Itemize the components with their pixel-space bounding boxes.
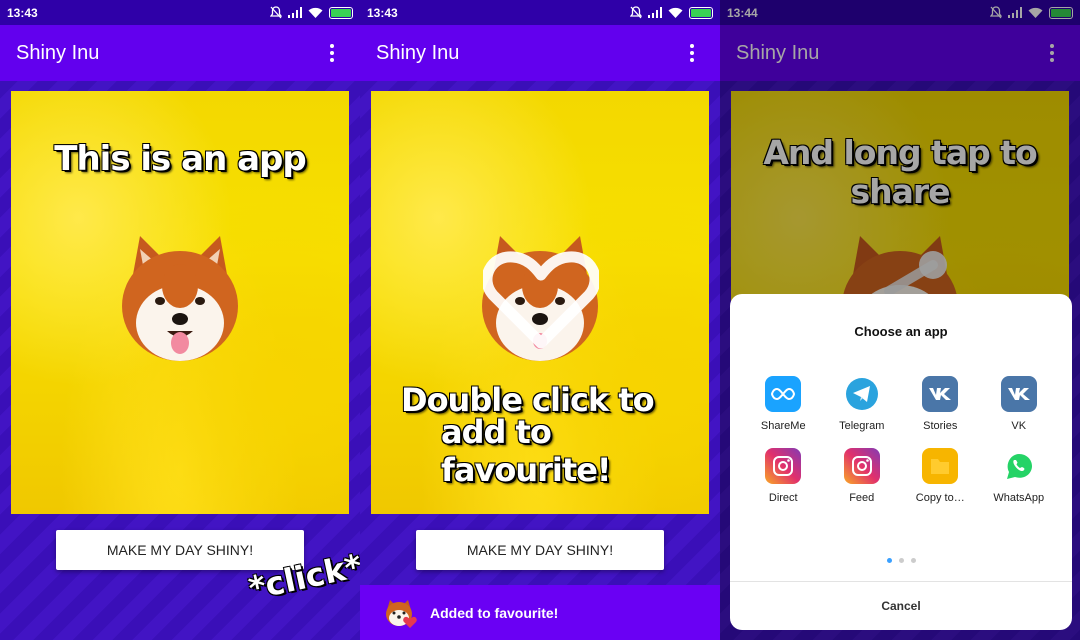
make-my-day-shiny-button[interactable]: MAKE MY DAY SHINY! (56, 530, 304, 570)
screen-3: 13:44 Shiny Inu And long tap to share Ch… (720, 0, 1080, 640)
snackbar: Added to favourite! (360, 585, 720, 640)
cancel-button[interactable]: Cancel (730, 582, 1072, 630)
share-app-stories[interactable]: Stories (901, 376, 980, 432)
battery-icon (689, 6, 713, 19)
status-time: 13:43 (367, 5, 398, 20)
share-app-telegram[interactable]: Telegram (823, 376, 902, 432)
share-app-direct[interactable]: Direct (744, 448, 823, 504)
wifi-icon (668, 7, 683, 18)
share-sheet-title: Choose an app (854, 324, 948, 339)
heart-outline-icon (483, 251, 599, 349)
app-label: Feed (849, 492, 875, 504)
app-label: WhatsApp (993, 492, 1045, 504)
status-time: 13:43 (7, 5, 38, 20)
whatsapp-icon (1000, 448, 1037, 484)
caption-text-line-2: add to favourite! (441, 413, 611, 489)
app-label: Direct (768, 492, 798, 504)
shiba-heart-icon (386, 599, 417, 628)
signal-icon (288, 7, 302, 18)
signal-icon (648, 7, 662, 18)
app-bar: Shiny Inu (0, 25, 360, 81)
status-bar: 13:43 (0, 0, 360, 25)
share-app-vk[interactable]: VK (980, 376, 1059, 432)
dog-photo[interactable]: This is an app (11, 91, 349, 514)
app-label: ShareMe (760, 420, 806, 432)
snackbar-text: Added to favourite! (430, 604, 559, 621)
app-label: Copy to… (915, 492, 965, 504)
share-app-grid: ShareMe Telegram Stories VK Direct Feed … (744, 376, 1058, 504)
page-dot-active (886, 558, 892, 563)
share-app-shareme[interactable]: ShareMe (744, 376, 823, 432)
wifi-icon (308, 7, 323, 18)
share-app-feed[interactable]: Feed (823, 448, 902, 504)
app-title: Shiny Inu (376, 41, 460, 64)
page-indicator (730, 558, 1072, 563)
share-sheet: Choose an app ShareMe Telegram Stories V… (730, 294, 1072, 630)
instagram-icon (765, 448, 802, 484)
shiba-dog-image (115, 231, 245, 361)
more-options-icon[interactable] (320, 41, 344, 65)
caption-text: This is an app (54, 139, 306, 179)
instagram-icon (843, 448, 880, 484)
share-app-copy-to[interactable]: Copy to… (901, 448, 980, 504)
bell-muted-icon (270, 6, 282, 19)
screen-2: 13:43 Shiny Inu Double click to add to f… (360, 0, 720, 640)
telegram-icon (843, 376, 880, 412)
app-label: VK (1011, 420, 1027, 432)
make-my-day-shiny-button[interactable]: MAKE MY DAY SHINY! (416, 530, 664, 570)
vk-icon (1000, 376, 1037, 412)
dog-photo[interactable]: Double click to add to favourite! (371, 91, 709, 514)
status-bar: 13:43 (360, 0, 720, 25)
app-title: Shiny Inu (16, 41, 100, 64)
screen-1: 13:43 Shiny Inu This is an app MAKE MY D… (0, 0, 360, 640)
page-dot (910, 558, 916, 563)
vk-icon (922, 376, 959, 412)
page-dot (898, 558, 904, 563)
folder-icon (922, 448, 959, 484)
more-options-icon[interactable] (680, 41, 704, 65)
battery-icon (329, 6, 353, 19)
bell-muted-icon (630, 6, 642, 19)
share-app-whatsapp[interactable]: WhatsApp (980, 448, 1059, 504)
shareme-icon (765, 376, 802, 412)
app-label: Telegram (839, 420, 885, 432)
app-bar: Shiny Inu (360, 25, 720, 81)
app-label: Stories (923, 420, 958, 432)
